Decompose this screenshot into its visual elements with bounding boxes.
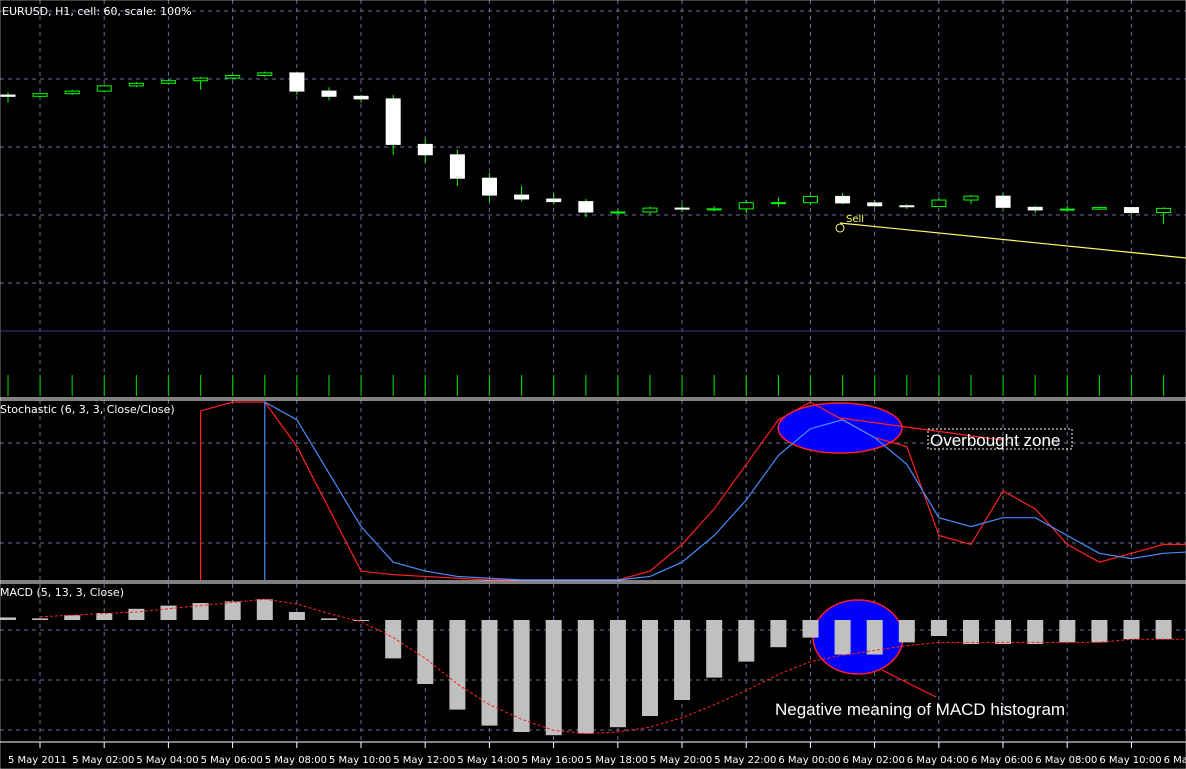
stochastic-title: Stochastic (6, 3, 3, Close/Close) bbox=[0, 403, 175, 416]
candle-body bbox=[610, 211, 626, 214]
candle-body bbox=[482, 177, 497, 196]
macd-histogram-bar bbox=[995, 620, 1012, 644]
candle-body bbox=[449, 154, 465, 179]
time-tick-label: 5 May 08:00 bbox=[265, 755, 327, 766]
macd-histogram-bar bbox=[385, 620, 402, 659]
candle-body bbox=[867, 202, 883, 207]
candle-body bbox=[0, 94, 16, 97]
sell-label: Sell bbox=[846, 214, 864, 225]
time-tick-label: 6 May 02:00 bbox=[843, 755, 905, 766]
candle-body bbox=[931, 199, 947, 208]
candle-body bbox=[1091, 207, 1107, 210]
time-tick-label: 6 May 08:00 bbox=[1035, 755, 1097, 766]
macd-histogram-bar bbox=[770, 620, 787, 648]
macd-histogram-bar bbox=[513, 620, 530, 732]
macd-histogram-bar bbox=[738, 620, 755, 662]
candle-body bbox=[417, 143, 433, 156]
macd-histogram-bar bbox=[256, 599, 273, 620]
candle-body bbox=[1156, 207, 1172, 214]
macd-histogram-bar bbox=[706, 620, 723, 678]
price-pane-title: EURUSD, H1, cell: 60, scale: 100% bbox=[2, 5, 192, 18]
macd-histogram-bar bbox=[1123, 620, 1140, 640]
macd-histogram-bar bbox=[1091, 620, 1108, 643]
candle-body bbox=[642, 207, 658, 213]
macd-histogram-bar bbox=[609, 620, 626, 728]
macd-histogram-bar bbox=[128, 608, 145, 620]
candle-body bbox=[546, 198, 562, 203]
candle-body bbox=[32, 93, 48, 97]
macd-histogram-bar bbox=[288, 612, 305, 620]
candle-body bbox=[995, 195, 1011, 208]
time-tick-label: 5 May 10:00 bbox=[329, 755, 391, 766]
candle-body bbox=[193, 77, 209, 82]
macd-histogram-bar bbox=[160, 605, 177, 620]
time-tick-label: 5 May 02:00 bbox=[72, 755, 134, 766]
macd-histogram-bar bbox=[866, 620, 883, 655]
candle-body bbox=[321, 90, 337, 97]
candle-body bbox=[803, 195, 818, 204]
macd-histogram-bar bbox=[834, 620, 851, 655]
macd-histogram-bar bbox=[1027, 620, 1044, 644]
candle-body bbox=[161, 80, 176, 84]
macd-highlight bbox=[812, 599, 904, 675]
candle-body bbox=[225, 75, 241, 79]
candle-body bbox=[257, 72, 273, 77]
macd-annotation: Negative meaning of MACD histogram bbox=[775, 700, 1065, 719]
time-tick-label: 5 May 22:00 bbox=[714, 755, 776, 766]
macd-histogram-bar bbox=[353, 620, 370, 621]
time-tick-label: 6 May 10:00 bbox=[1099, 755, 1161, 766]
macd-histogram-bar bbox=[96, 612, 113, 620]
candle-body bbox=[1124, 207, 1139, 214]
macd-histogram-bar bbox=[545, 620, 562, 736]
candle-body bbox=[770, 202, 786, 205]
candle-body bbox=[289, 72, 305, 92]
candle-body bbox=[353, 95, 369, 100]
candle-body bbox=[835, 195, 851, 204]
macd-histogram-bar bbox=[0, 617, 16, 620]
time-tick-label: 5 May 20:00 bbox=[650, 755, 712, 766]
time-tick-label: 5 May 04:00 bbox=[136, 755, 198, 766]
candle-body bbox=[706, 208, 722, 211]
macd-histogram-bar bbox=[963, 620, 979, 644]
candle-body bbox=[514, 194, 530, 200]
time-tick-label: 5 May 06:00 bbox=[201, 755, 263, 766]
candle-body bbox=[1059, 208, 1075, 211]
candle-body bbox=[96, 85, 112, 92]
macd-histogram-bar bbox=[802, 620, 819, 638]
trading-chart: Sell EURUSD, H1, cell: 60, scale: 100% S… bbox=[0, 0, 1186, 769]
time-tick-label: 5 May 14:00 bbox=[457, 755, 519, 766]
candle-body bbox=[385, 98, 401, 145]
time-tick-label: 5 May 16:00 bbox=[522, 755, 584, 766]
macd-histogram-bar bbox=[642, 620, 658, 716]
candle-body bbox=[963, 195, 979, 201]
candle-body bbox=[578, 201, 594, 213]
macd-histogram-bar bbox=[321, 618, 337, 620]
macd-title: MACD (5, 13, 3, Close) bbox=[0, 586, 124, 599]
candle-body bbox=[738, 202, 754, 210]
time-tick-label: 6 May 06:00 bbox=[971, 755, 1033, 766]
time-tick-label: 6 May 00:00 bbox=[778, 755, 840, 766]
macd-histogram-bar bbox=[32, 618, 49, 620]
macd-histogram-bar bbox=[898, 620, 915, 643]
time-tick-label: 5 May 12:00 bbox=[393, 755, 455, 766]
macd-histogram-bar bbox=[1155, 620, 1172, 640]
candle-body bbox=[899, 205, 915, 208]
macd-histogram-bar bbox=[1059, 620, 1076, 643]
candle-body bbox=[674, 207, 690, 210]
overbought-label: Overbought zone bbox=[930, 431, 1060, 450]
time-tick-label: 6 May 12:00 bbox=[1164, 755, 1186, 766]
time-tick-label: 5 May 2011 bbox=[8, 755, 67, 766]
time-tick-label: 5 May 18:00 bbox=[586, 755, 648, 766]
macd-histogram-bar bbox=[449, 620, 466, 710]
candle-body bbox=[1027, 206, 1043, 211]
macd-histogram-bar bbox=[930, 620, 947, 636]
time-tick-label: 6 May 04:00 bbox=[907, 755, 969, 766]
macd-histogram-bar bbox=[577, 620, 594, 734]
macd-histogram-bar bbox=[674, 620, 691, 700]
macd-histogram-bar bbox=[417, 620, 434, 684]
macd-histogram-bar bbox=[481, 620, 498, 726]
candle-body bbox=[128, 82, 144, 87]
candle-body bbox=[64, 90, 80, 95]
macd-histogram-bar bbox=[224, 601, 241, 620]
